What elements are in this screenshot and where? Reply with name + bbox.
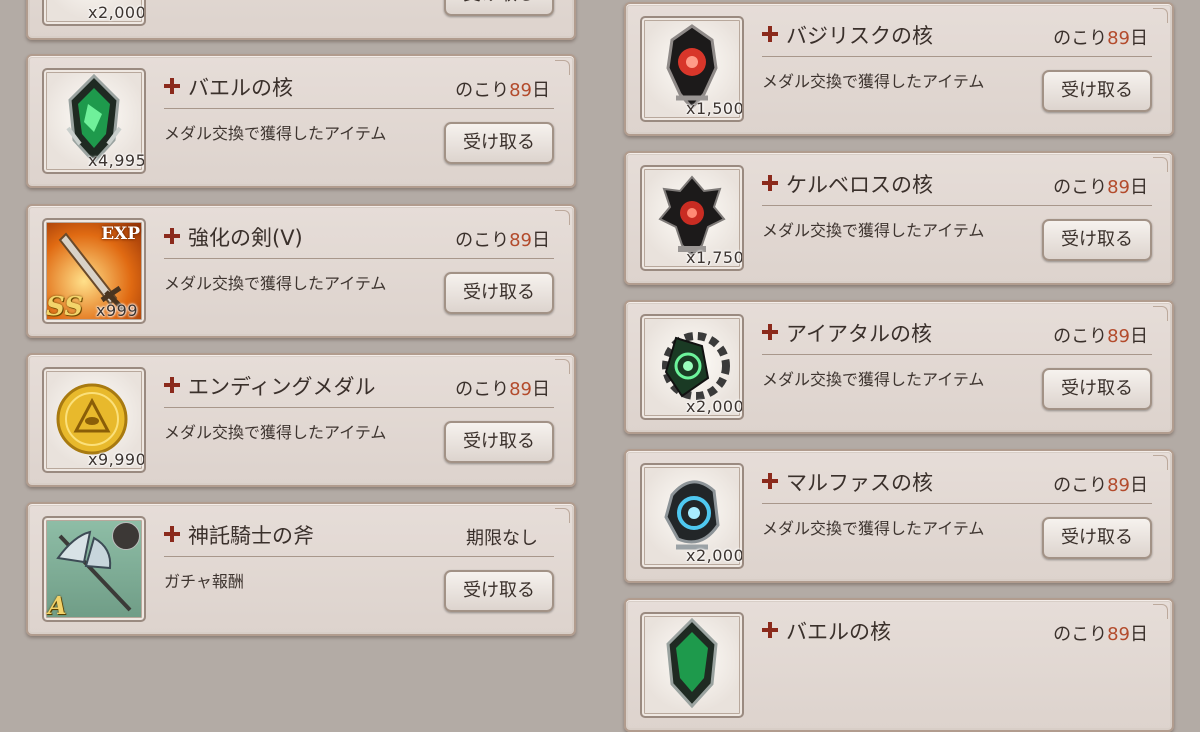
left-column: x2,000 受け取る x4,995 バエルの核 のこり89日 メダル交換で獲得… — [26, 0, 576, 650]
item-quantity: x2,000 — [88, 3, 146, 22]
green-core-icon — [666, 617, 718, 709]
item-expiry: のこり89日 — [1053, 475, 1148, 496]
item-name: アイアタルの核 — [786, 322, 932, 346]
receive-button[interactable]: 受け取る — [444, 570, 554, 612]
cross-icon — [762, 175, 778, 191]
item-description: メダル交換で獲得したアイテム — [164, 124, 387, 143]
item-expiry: のこり89日 — [455, 230, 550, 251]
item-description: メダル交換で獲得したアイテム — [762, 72, 985, 91]
item-description: メダル交換で獲得したアイテム — [164, 274, 387, 293]
receive-button[interactable]: 受け取る — [444, 0, 554, 16]
item-name: ケルベロスの核 — [786, 173, 933, 197]
receive-button[interactable]: 受け取る — [1042, 219, 1152, 261]
item-quantity: x1,500 — [686, 99, 744, 118]
gift-card: x1,500 バジリスクの核 のこり89日 メダル交換で獲得したアイテム 受け取… — [624, 2, 1174, 136]
receive-button[interactable]: 受け取る — [1042, 70, 1152, 112]
item-expiry: のこり89日 — [455, 379, 550, 400]
divider — [762, 354, 1152, 355]
gift-card: x1,750 ケルベロスの核 のこり89日 メダル交換で獲得したアイテム 受け取… — [624, 151, 1174, 285]
divider — [762, 205, 1152, 206]
divider — [762, 56, 1152, 57]
item-name: バエルの核 — [188, 76, 293, 100]
item-description: ガチャ報酬 — [164, 572, 244, 591]
right-column: x1,500 バジリスクの核 のこり89日 メダル交換で獲得したアイテム 受け取… — [624, 0, 1174, 732]
item-name: バエルの核 — [786, 620, 891, 644]
gift-card: EXP SS x999 強化の剣(V) のこり89日 メダル交換で獲得したアイテ… — [26, 204, 576, 338]
receive-button[interactable]: 受け取る — [1042, 517, 1152, 559]
cross-icon — [762, 622, 778, 638]
item-expiry: 期限なし — [466, 528, 538, 549]
receive-button[interactable]: 受け取る — [1042, 368, 1152, 410]
divider — [164, 407, 554, 408]
receive-button[interactable]: 受け取る — [444, 122, 554, 164]
item-quantity: x2,000 — [686, 546, 744, 565]
item-quantity: x9,990 — [88, 450, 146, 469]
item-thumbnail: x2,000 — [640, 314, 744, 420]
divider — [164, 108, 554, 109]
divider — [164, 556, 554, 557]
gift-card: x2,000 アイアタルの核 のこり89日 メダル交換で獲得したアイテム 受け取… — [624, 300, 1174, 434]
item-quantity: x999 — [96, 301, 139, 320]
item-expiry: のこり89日 — [455, 80, 550, 101]
item-thumbnail: x9,990 — [42, 367, 146, 473]
cross-icon — [164, 377, 180, 393]
cross-icon — [164, 228, 180, 244]
divider — [762, 503, 1152, 504]
item-description: メダル交換で獲得したアイテム — [762, 370, 985, 389]
item-thumbnail: x1,750 — [640, 165, 744, 271]
gift-card: x2,000 受け取る — [26, 0, 576, 40]
item-name: エンディングメダル — [188, 375, 376, 399]
divider — [164, 258, 554, 259]
item-quantity: x4,995 — [88, 151, 146, 170]
exp-badge: EXP — [101, 224, 140, 244]
item-quantity: x2,000 — [686, 397, 744, 416]
item-thumbnail: x1,500 — [640, 16, 744, 122]
item-expiry: のこり89日 — [1053, 624, 1148, 645]
cross-icon — [164, 78, 180, 94]
item-name: 強化の剣(V) — [188, 226, 303, 250]
item-expiry: のこり89日 — [1053, 326, 1148, 347]
item-thumbnail — [640, 612, 744, 718]
cross-icon — [762, 324, 778, 340]
item-name: 神託騎士の斧 — [188, 524, 314, 548]
item-quantity: x1,750 — [686, 248, 744, 267]
item-expiry: のこり89日 — [1053, 28, 1148, 49]
item-expiry: のこり89日 — [1053, 177, 1148, 198]
receive-button[interactable]: 受け取る — [444, 421, 554, 463]
cross-icon — [762, 473, 778, 489]
gift-card: x9,990 エンディングメダル のこり89日 メダル交換で獲得したアイテム 受… — [26, 353, 576, 487]
item-name: バジリスクの核 — [786, 24, 933, 48]
item-thumbnail: x4,995 — [42, 68, 146, 174]
item-thumbnail: x2,000 — [640, 463, 744, 569]
cross-icon — [164, 526, 180, 542]
gift-card: x2,000 マルファスの核 のこり89日 メダル交換で獲得したアイテム 受け取… — [624, 449, 1174, 583]
cross-icon — [762, 26, 778, 42]
receive-button[interactable]: 受け取る — [444, 272, 554, 314]
item-name: マルファスの核 — [786, 471, 933, 495]
item-description: メダル交換で獲得したアイテム — [762, 519, 985, 538]
rank-badge: A — [48, 591, 67, 620]
item-thumbnail: A — [42, 516, 146, 622]
gift-card: A 神託騎士の斧 期限なし ガチャ報酬 受け取る — [26, 502, 576, 636]
item-thumbnail: EXP SS x999 — [42, 218, 146, 324]
gift-card: x4,995 バエルの核 のこり89日 メダル交換で獲得したアイテム 受け取る — [26, 54, 576, 188]
gift-card: バエルの核 のこり89日 — [624, 598, 1174, 732]
item-description: メダル交換で獲得したアイテム — [164, 423, 387, 442]
item-thumbnail: x2,000 — [42, 0, 146, 26]
item-description: メダル交換で獲得したアイテム — [762, 221, 985, 240]
hammer-icon — [112, 522, 140, 550]
rank-badge: SS — [46, 292, 83, 322]
